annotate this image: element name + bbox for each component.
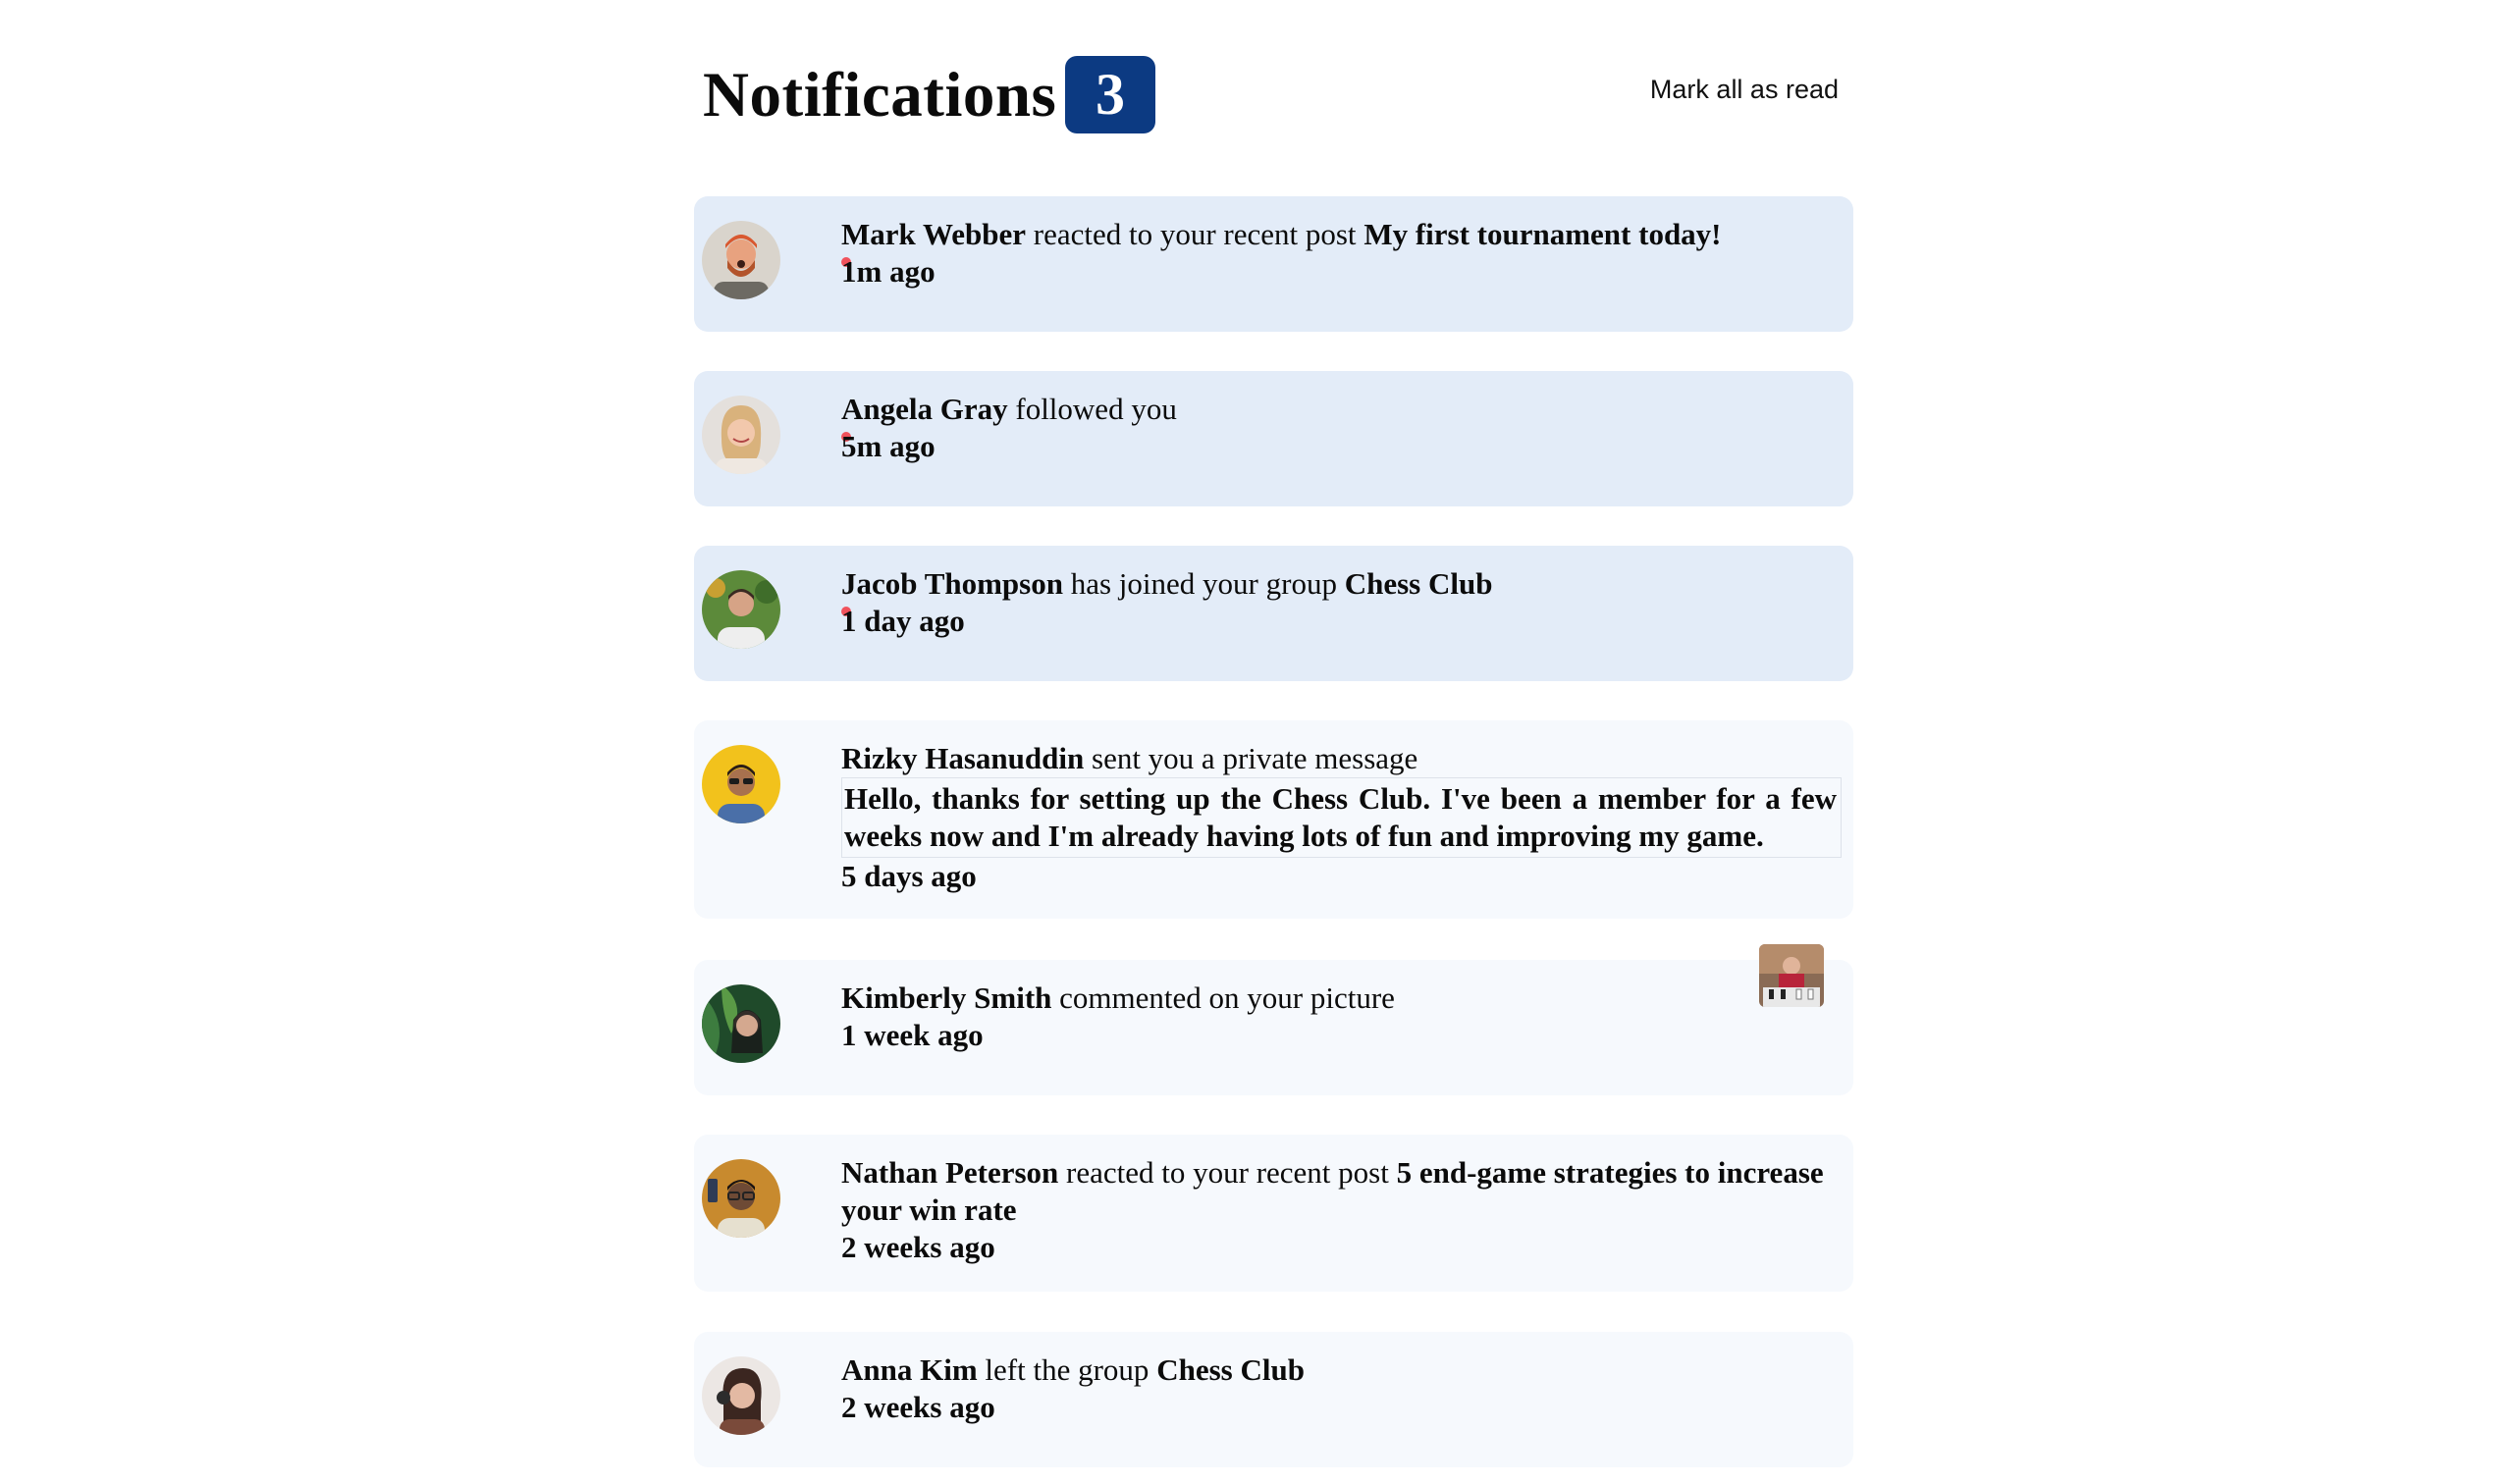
action-text: sent you a private message	[1092, 741, 1418, 775]
notification-item[interactable]: Rizky Hasanuddin sent you a private mess…	[694, 720, 1853, 919]
action-text: followed you	[1015, 392, 1177, 426]
page-title: Notifications	[703, 60, 1057, 131]
avatar-anna-kim[interactable]	[702, 1356, 780, 1435]
timestamp: 5m ago	[841, 429, 936, 463]
actor-name[interactable]: Anna Kim	[841, 1352, 978, 1387]
action-text: commented on your picture	[1059, 980, 1395, 1015]
avatar-kimberly-smith[interactable]	[702, 984, 780, 1063]
notification-item[interactable]: Mark Webber reacted to your recent post …	[694, 196, 1853, 332]
avatar-jacob-thompson[interactable]	[702, 570, 780, 649]
timestamp: 2 weeks ago	[841, 1230, 995, 1264]
notification-item[interactable]: Jacob Thompson has joined your group Che…	[694, 546, 1853, 681]
avatar-rizky-hasanuddin[interactable]	[702, 745, 780, 823]
private-message-preview[interactable]: Hello, thanks for setting up the Chess C…	[841, 777, 1842, 858]
notification-item[interactable]: Anna Kim left the group Chess Club 2 wee…	[694, 1332, 1853, 1467]
notification-item[interactable]: Nathan Peterson reacted to your recent p…	[694, 1135, 1853, 1292]
timestamp: 1 week ago	[841, 1018, 984, 1052]
avatar-angela-gray[interactable]	[702, 396, 780, 474]
actor-name[interactable]: Mark Webber	[841, 217, 1026, 251]
action-text: reacted to your recent post	[1066, 1155, 1389, 1190]
timestamp: 1m ago	[841, 254, 936, 289]
actor-name[interactable]: Jacob Thompson	[841, 566, 1063, 601]
post-link[interactable]: My first tournament today!	[1363, 217, 1721, 251]
actor-name[interactable]: Rizky Hasanuddin	[841, 741, 1084, 775]
notification-item[interactable]: Kimberly Smith commented on your picture…	[694, 944, 1853, 1095]
timestamp: 1 day ago	[841, 604, 965, 638]
notification-item[interactable]: Angela Gray followed you 5m ago	[694, 371, 1853, 506]
unread-count-badge: 3	[1065, 56, 1155, 133]
timestamp: 5 days ago	[841, 859, 977, 893]
timestamp: 2 weeks ago	[841, 1390, 995, 1424]
actor-name[interactable]: Nathan Peterson	[841, 1155, 1058, 1190]
header: Notifications 3 Mark all as read	[694, 0, 1853, 177]
mark-all-as-read-button[interactable]: Mark all as read	[1650, 75, 1839, 105]
action-text: has joined your group	[1070, 566, 1337, 601]
actor-name[interactable]: Angela Gray	[841, 392, 1008, 426]
actor-name[interactable]: Kimberly Smith	[841, 980, 1051, 1015]
action-text: left the group	[985, 1352, 1150, 1387]
avatar-mark-webber[interactable]	[702, 221, 780, 299]
action-text: reacted to your recent post	[1033, 217, 1357, 251]
group-link[interactable]: Chess Club	[1156, 1352, 1305, 1387]
group-link[interactable]: Chess Club	[1345, 566, 1493, 601]
avatar-nathan-peterson[interactable]	[702, 1159, 780, 1238]
